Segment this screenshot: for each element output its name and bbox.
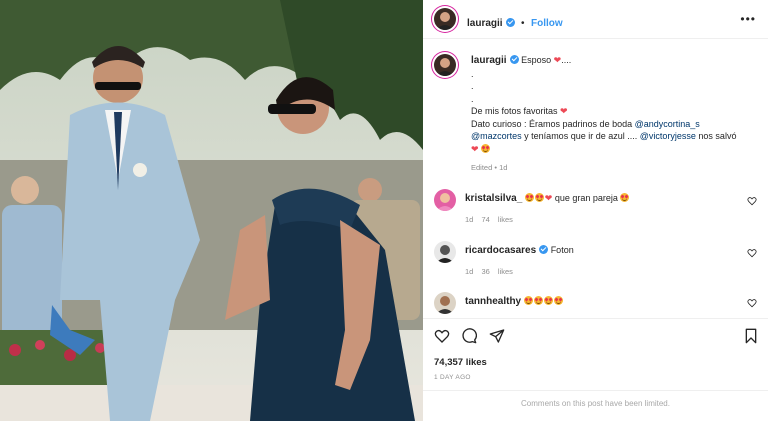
comment-body: kristalsilva_ ❤ que gran pareja: [465, 193, 630, 204]
commenter-username[interactable]: tannhealthy: [465, 296, 521, 307]
verified-badge-icon: [539, 245, 549, 254]
caption-dot: .: [471, 68, 474, 79]
post-caption: lauragii Esposo ❤.... . . . De mis fotos…: [471, 54, 756, 175]
edited-time: 1d: [499, 163, 508, 172]
author-username[interactable]: lauragii: [467, 18, 503, 29]
caption-ellipsis: ....: [561, 55, 572, 65]
comment-time: 1d: [465, 267, 474, 276]
heart-eyes-emoji-icon: [620, 193, 630, 202]
comment-meta: 1d 36 likes: [465, 267, 513, 276]
comment-text: que gran pareja: [554, 193, 618, 203]
verified-badge-icon: [509, 55, 519, 64]
comment-likes[interactable]: 74 likes: [481, 215, 512, 224]
heart-eyes-emoji-icon: [523, 296, 533, 305]
caption-dot: .: [471, 93, 474, 104]
like-heart-icon[interactable]: [747, 298, 757, 308]
post-actions: 74,357 likes 1 DAY AGO Comments on this …: [423, 318, 768, 415]
caption-dot: .: [471, 81, 474, 91]
comment-time: 1d: [465, 215, 474, 224]
mention-link[interactable]: @mazcortes: [471, 131, 522, 141]
red-heart-icon: ❤: [544, 193, 553, 203]
edited-label: Edited: [471, 163, 493, 172]
comment-meta: 1d 74 likes: [465, 215, 513, 224]
heart-eyes-emoji-icon: [533, 296, 543, 305]
comment-item: kristalsilva_ ❤ que gran pareja 1d 74 li…: [433, 189, 757, 229]
likes-count[interactable]: 74,357 likes: [434, 357, 487, 368]
caption-avatar[interactable]: [434, 54, 456, 76]
commenter-avatar[interactable]: [434, 292, 456, 314]
caption-blue: y teníamos que ir de azul ....: [524, 131, 638, 141]
commenter-avatar[interactable]: [434, 241, 456, 263]
heart-eyes-emoji-icon: [553, 296, 563, 305]
post-photo[interactable]: [0, 0, 423, 421]
caption-favorites: De mis fotos favoritas: [471, 106, 558, 116]
commenter-avatar[interactable]: [434, 189, 456, 211]
comment-body: ricardocasares Foton: [465, 245, 574, 256]
commenter-username[interactable]: kristalsilva_: [465, 193, 522, 204]
commenter-username[interactable]: ricardocasares: [465, 245, 536, 256]
comment-item: ricardocasares Foton 1d 36 likes: [433, 241, 757, 281]
save-bookmark-icon[interactable]: [744, 328, 758, 344]
post-sidebar: lauragii • Follow ••• lauragii Esposo ❤.…: [423, 0, 768, 421]
caption-saved: nos salvó: [698, 131, 737, 141]
mention-link[interactable]: @andycortina_s: [635, 119, 700, 129]
comment-body: tannhealthy: [465, 296, 564, 307]
heart-eyes-emoji-icon: [481, 143, 491, 153]
share-paper-plane-icon[interactable]: [489, 328, 505, 344]
like-heart-icon[interactable]: [434, 328, 450, 344]
follow-button[interactable]: Follow: [531, 18, 563, 29]
heart-eyes-emoji-icon: [534, 193, 544, 202]
mention-link[interactable]: @victoryjesse: [640, 131, 696, 141]
caption-meta: Edited • 1d: [471, 163, 508, 172]
comment-likes[interactable]: 36 likes: [481, 267, 512, 276]
heart-eyes-emoji-icon: [524, 193, 534, 202]
like-heart-icon[interactable]: [747, 248, 757, 258]
separator-dot: •: [521, 18, 525, 29]
red-heart-icon: ❤: [471, 143, 479, 154]
more-options-icon[interactable]: •••: [740, 12, 756, 26]
comment-bubble-icon[interactable]: [461, 328, 477, 344]
header-identity: lauragii • Follow: [467, 13, 563, 31]
red-heart-icon: ❤: [560, 106, 568, 116]
post-time-ago: 1 DAY AGO: [434, 374, 471, 381]
comment-text: Foton: [550, 245, 574, 255]
comments-limited-notice: Comments on this post have been limited.: [423, 390, 768, 416]
comment-item: tannhealthy: [433, 292, 757, 316]
heart-eyes-emoji-icon: [543, 296, 553, 305]
caption-username[interactable]: lauragii: [471, 55, 507, 66]
author-avatar[interactable]: [434, 8, 456, 30]
caption-first-line: Esposo: [521, 55, 552, 65]
verified-badge-icon: [505, 18, 515, 27]
like-heart-icon[interactable]: [747, 196, 757, 206]
wedding-photo-illustration: [0, 0, 423, 421]
post-header: lauragii • Follow •••: [423, 0, 768, 39]
caption-fact: Dato curioso : Éramos padrinos de boda: [471, 118, 633, 129]
